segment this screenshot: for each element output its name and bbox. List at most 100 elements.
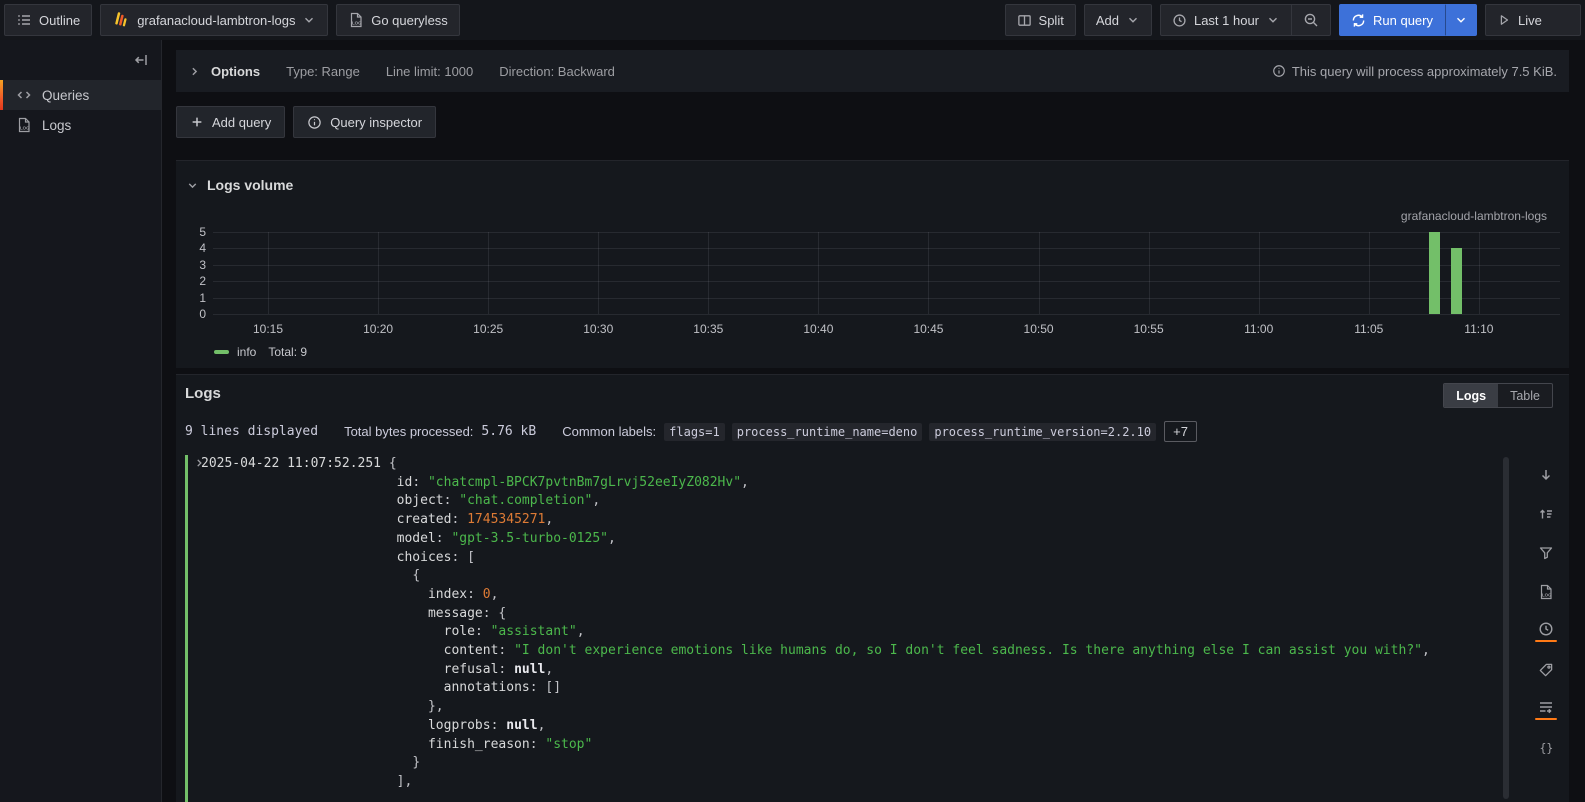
run-query-group: Run query [1339, 4, 1477, 36]
scroll-to-bottom-button[interactable] [1532, 461, 1560, 489]
log-open-brace: { [381, 456, 397, 471]
chevron-down-icon [1266, 13, 1280, 27]
option-type: Type: Range [286, 64, 360, 79]
time-range-picker[interactable]: Last 1 hour [1160, 4, 1292, 36]
estimate-text: This query will process approximately 7.… [1292, 64, 1557, 79]
logs-title: Logs [185, 385, 221, 402]
play-icon [1497, 13, 1511, 27]
grid-line-v [1149, 232, 1150, 314]
info-circle-icon [1272, 64, 1286, 78]
time-range-label: Last 1 hour [1194, 13, 1259, 28]
query-inspector-button[interactable]: Query inspector [293, 106, 436, 138]
collapse-sidebar-button[interactable] [129, 48, 153, 72]
query-inspector-label: Query inspector [330, 115, 422, 130]
grid-line-v [1479, 232, 1480, 314]
arrow-to-left-icon [133, 52, 149, 68]
grid-line-v [268, 232, 269, 314]
volume-bar[interactable] [1451, 248, 1462, 314]
log-json-line: message: { [201, 605, 1493, 624]
run-query-mode-dropdown[interactable] [1445, 4, 1477, 36]
legend-swatch-info [214, 350, 229, 354]
live-button[interactable]: Live [1485, 4, 1581, 36]
options-title: Options [211, 64, 260, 79]
x-axis-tick: 11:10 [1451, 322, 1507, 336]
logs-controls-rail: LOG {} [1532, 461, 1560, 762]
outline-list-icon [16, 12, 32, 28]
filter-button[interactable] [1532, 539, 1560, 567]
common-labels-label: Common labels: [562, 424, 656, 439]
log-json-line: content: "I don't experience emotions li… [201, 642, 1493, 661]
expand-chevron-icon[interactable] [194, 458, 204, 468]
split-label: Split [1039, 13, 1064, 28]
bytes-label: Total bytes processed: [344, 424, 473, 439]
sort-list-icon [1538, 506, 1554, 522]
sidebar-item-label: Queries [42, 88, 89, 103]
common-labels-chips: flags=1process_runtime_name=denoprocess_… [664, 423, 1156, 441]
add-query-label: Add query [212, 115, 271, 130]
log-json-line: annotations: [] [201, 679, 1493, 698]
log-json-line: }, [201, 698, 1493, 717]
log-json-line: refusal: null, [201, 661, 1493, 680]
time-picker-group: Last 1 hour [1160, 4, 1331, 36]
add-label: Add [1096, 13, 1119, 28]
logs-volume-collapse[interactable]: Logs volume [186, 177, 293, 193]
options-expander[interactable]: Options [188, 64, 260, 79]
top-toolbar: Outline grafanacloud-lambtron-logs LOG G… [0, 0, 1585, 40]
log-json-line: index: 0, [201, 586, 1493, 605]
run-query-label: Run query [1373, 13, 1433, 28]
grid-line-v [928, 232, 929, 314]
y-axis-tick: 4 [176, 240, 206, 256]
logs-scrollbar[interactable] [1503, 457, 1509, 799]
log-timestamp-line: 2025-04-22 11:07:52.251 { [201, 455, 1493, 474]
logs-meta-row: 9 lines displayed Total bytes processed:… [185, 421, 1197, 442]
sidebar-item-logs[interactable]: LOG Logs [0, 110, 161, 140]
zoom-out-time-button[interactable] [1292, 4, 1331, 36]
log-file-icon: LOG [16, 117, 32, 133]
more-labels-button[interactable]: +7 [1164, 421, 1197, 442]
log-file-icon: LOG [348, 12, 364, 28]
clock-icon [1172, 13, 1187, 28]
run-query-button[interactable]: Run query [1339, 4, 1445, 36]
log-json-line: id: "chatcmpl-BPCK7pvtnBm7gLrvj52eeIyZ08… [201, 474, 1493, 493]
info-circle-icon [307, 115, 322, 130]
volume-bar[interactable] [1429, 232, 1440, 314]
sort-order-button[interactable] [1532, 500, 1560, 528]
outline-button[interactable]: Outline [4, 4, 92, 36]
label-chip: process_runtime_version=2.2.10 [929, 423, 1156, 441]
sidebar-item-queries[interactable]: Queries [0, 80, 161, 110]
prettify-json-button[interactable]: {} [1532, 734, 1560, 762]
chevron-down-icon [186, 179, 199, 192]
label-chip: flags=1 [664, 423, 725, 441]
bytes-value: 5.76 kB [481, 424, 536, 439]
grid-line-v [1369, 232, 1370, 314]
go-queryless-label: Go queryless [371, 13, 448, 28]
log-row[interactable]: 2025-04-22 11:07:52.251 { id: "chatcmpl-… [185, 455, 1493, 802]
active-indicator [1535, 640, 1557, 642]
query-size-estimate: This query will process approximately 7.… [1272, 64, 1557, 79]
go-queryless-button[interactable]: LOG Go queryless [336, 4, 460, 36]
active-indicator [1535, 718, 1557, 720]
add-dropdown[interactable]: Add [1084, 4, 1152, 36]
dedup-logs-button[interactable]: LOG [1532, 578, 1560, 606]
x-axis-tick: 10:50 [1011, 322, 1067, 336]
query-actions-row: Add query Query inspector [176, 106, 436, 138]
split-button[interactable]: Split [1005, 4, 1076, 36]
datasource-name: grafanacloud-lambtron-logs [137, 13, 295, 28]
split-panes-icon [1017, 13, 1032, 28]
grid-line-v [1259, 232, 1260, 314]
wrap-lines-button[interactable] [1532, 695, 1560, 723]
grid-line-h [213, 232, 1560, 233]
unique-labels-button[interactable] [1532, 656, 1560, 684]
logs-volume-title: Logs volume [207, 177, 293, 193]
loki-logo-icon [112, 11, 130, 29]
chart-legend[interactable]: info Total: 9 [214, 345, 307, 359]
datasource-picker[interactable]: grafanacloud-lambtron-logs [100, 4, 328, 36]
x-axis-tick: 10:15 [240, 322, 296, 336]
x-axis-tick: 10:20 [350, 322, 406, 336]
grid-line-v [378, 232, 379, 314]
log-json-line: } [201, 754, 1493, 773]
add-query-button[interactable]: Add query [176, 106, 285, 138]
show-time-button[interactable] [1532, 617, 1560, 645]
toggle-table[interactable]: Table [1498, 384, 1552, 407]
toggle-logs[interactable]: Logs [1444, 384, 1498, 407]
